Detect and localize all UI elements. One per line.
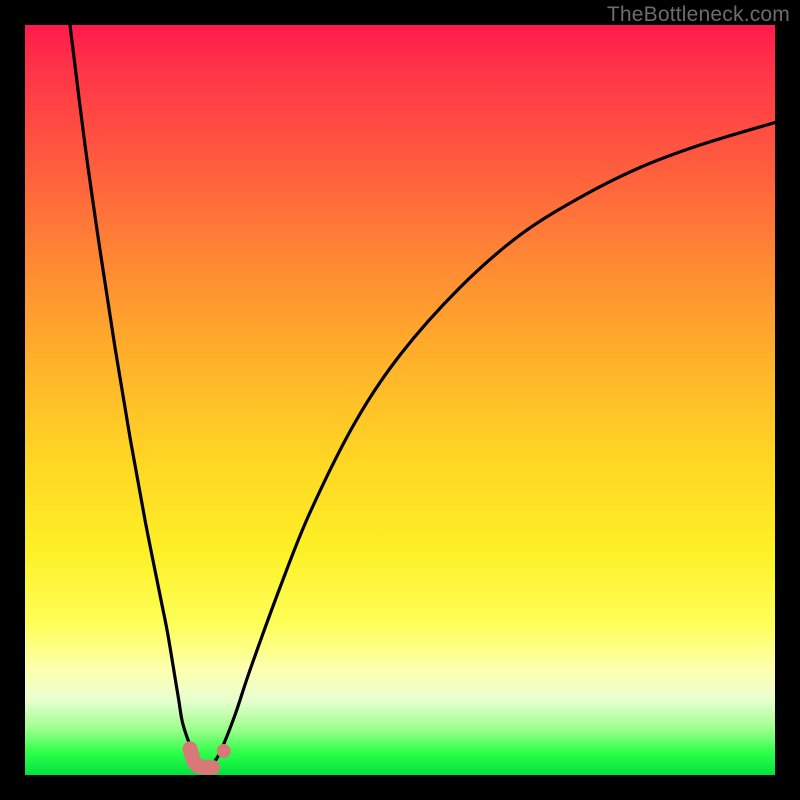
chart-svg [25, 25, 775, 775]
curve-layer [70, 25, 775, 768]
bottom-marker [190, 749, 213, 768]
chart-plot-area [25, 25, 775, 775]
chart-frame: TheBottleneck.com [0, 0, 800, 800]
watermark-text: TheBottleneck.com [607, 3, 790, 27]
bottom-marker-dot [217, 744, 231, 758]
curve-right-branch [213, 123, 776, 764]
curve-left-branch [70, 25, 201, 764]
